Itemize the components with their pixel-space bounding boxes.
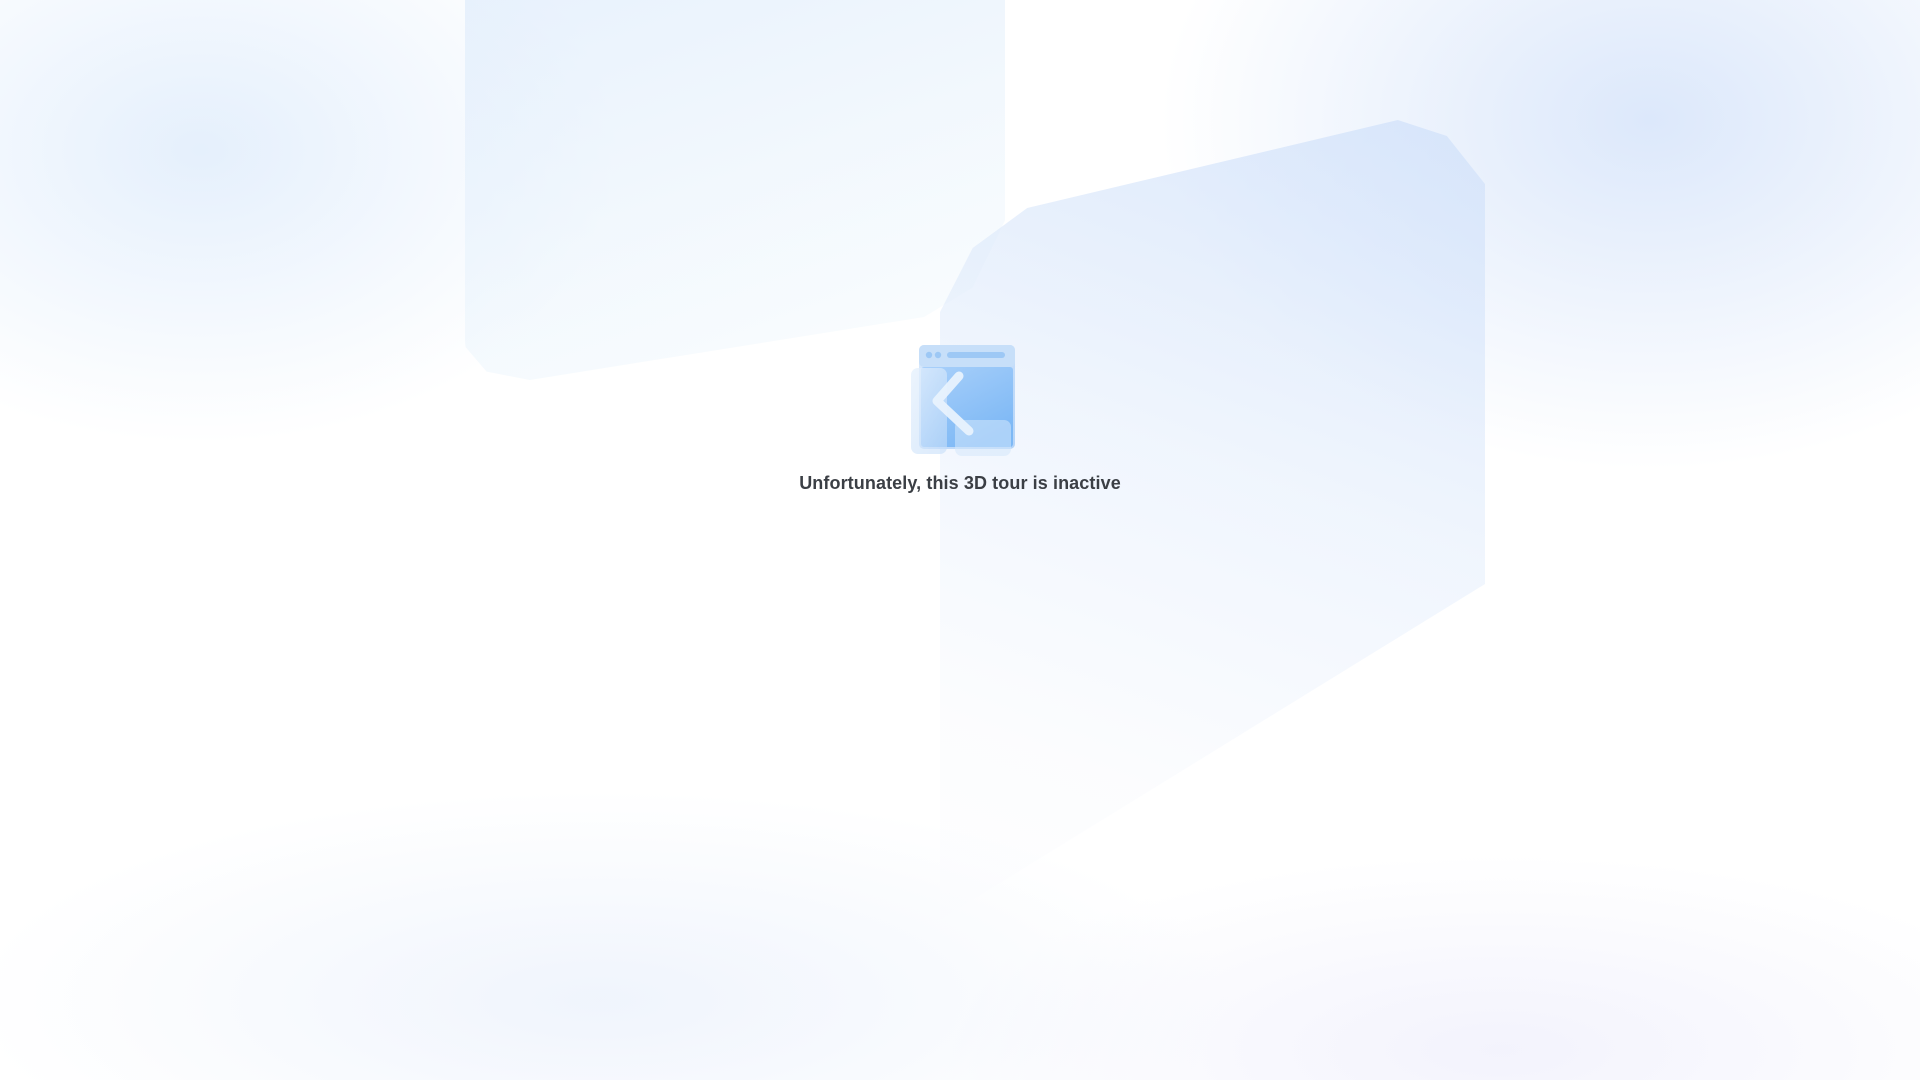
inactive-tour-page: Unfortunately, this 3D tour is inactive <box>0 0 1920 1080</box>
background-shape-left <box>465 0 1005 380</box>
inactive-message-container: Unfortunately, this 3D tour is inactive <box>0 340 1920 494</box>
inactive-tour-message: Unfortunately, this 3D tour is inactive <box>799 473 1121 493</box>
background-shape-right <box>940 120 1485 920</box>
inactive-tour-browser-icon <box>905 340 1015 460</box>
